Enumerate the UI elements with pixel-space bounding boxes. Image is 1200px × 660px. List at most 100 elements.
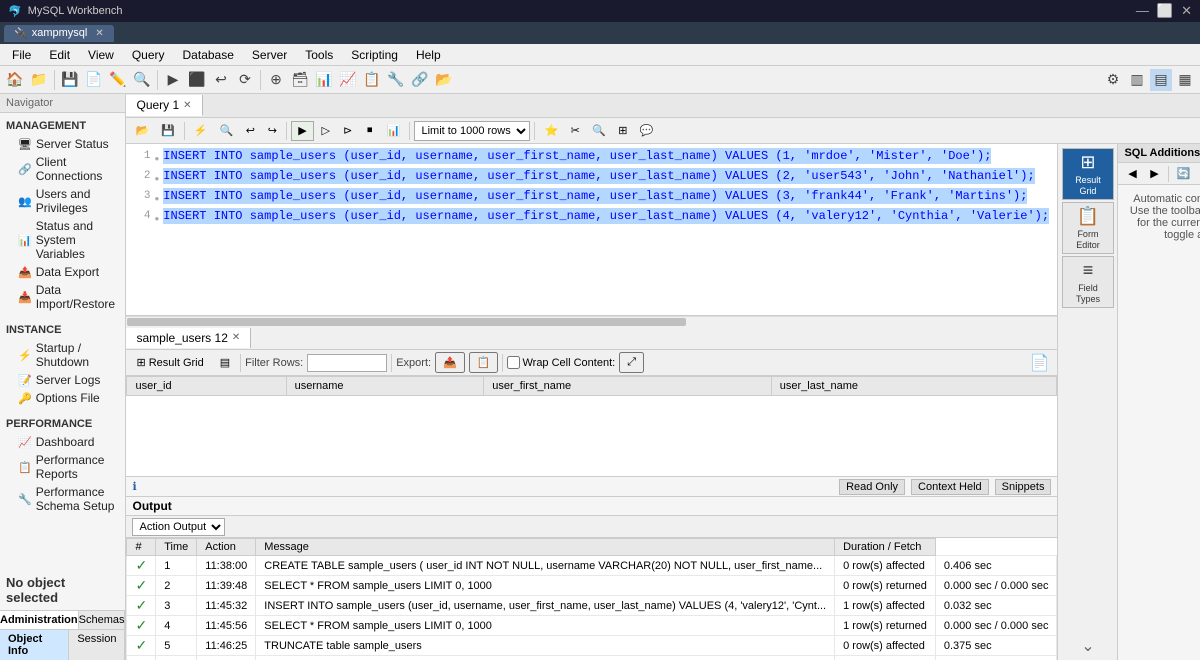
sql-undo-btn[interactable]: ↩ xyxy=(240,121,260,141)
toolbar-btn12[interactable]: 🗃 xyxy=(289,69,311,91)
toolbar-btn9[interactable]: ↩ xyxy=(210,69,232,91)
side-btn-form-editor[interactable]: 📋 FormEditor xyxy=(1062,202,1114,254)
limit-select[interactable]: Limit to 1000 rows xyxy=(414,121,530,141)
result-form-btn[interactable]: ▤ xyxy=(214,354,236,371)
toolbar-layout3[interactable]: ▦ xyxy=(1174,69,1196,91)
menu-query[interactable]: Query xyxy=(124,46,173,64)
connection-close[interactable]: ✕ xyxy=(95,28,103,39)
sql-explain-btn[interactable]: 📊 xyxy=(382,121,406,141)
sql-redo-btn[interactable]: ↪ xyxy=(262,121,282,141)
export-btn2[interactable]: 📋 xyxy=(469,352,499,373)
sql-comment-btn[interactable]: 💬 xyxy=(635,121,659,141)
menu-view[interactable]: View xyxy=(80,46,122,64)
toolbar-layout2[interactable]: ▤ xyxy=(1150,69,1172,91)
data-export-icon: 📤 xyxy=(18,266,32,279)
output-table: # Time Action Message Duration / Fetch ✓… xyxy=(126,538,1057,660)
toolbar-btn15[interactable]: 📋 xyxy=(361,69,383,91)
toolbar-btn5[interactable]: ✏️ xyxy=(107,69,129,91)
minimize-btn[interactable]: — xyxy=(1136,3,1149,19)
query-tab-1[interactable]: Query 1 ✕ xyxy=(126,95,202,116)
toolbar-new-connection[interactable]: 🏠 xyxy=(4,69,26,91)
sidebar-item-options-file[interactable]: 🔑 Options File xyxy=(0,389,125,407)
tab-object-info[interactable]: Object Info xyxy=(0,630,69,660)
export-btn[interactable]: 📤 xyxy=(435,352,465,373)
snippets-badge[interactable]: Snippets xyxy=(995,479,1052,495)
editor-scrollbar[interactable] xyxy=(126,316,1057,326)
sql-add-back-btn[interactable]: ◀ xyxy=(1122,164,1142,184)
result-tab-sample-users[interactable]: sample_users 12 ✕ xyxy=(126,328,251,348)
toolbar-btn11[interactable]: ⊕ xyxy=(265,69,287,91)
toolbar-layout1[interactable]: ▥ xyxy=(1126,69,1148,91)
menu-tools[interactable]: Tools xyxy=(297,46,341,64)
sidebar-item-perf-reports[interactable]: 📋 Performance Reports xyxy=(0,451,125,483)
sql-execute-sel-btn[interactable]: ▷ xyxy=(316,121,336,141)
side-btn-field-types[interactable]: ≡ FieldTypes xyxy=(1062,256,1114,308)
sidebar-item-users[interactable]: 👥 Users and Privileges xyxy=(0,185,125,217)
maximize-btn[interactable]: ⬜ xyxy=(1157,3,1173,19)
context-held-badge[interactable]: Context Held xyxy=(911,479,989,495)
sidebar-item-dashboard[interactable]: 📈 Dashboard xyxy=(0,433,125,451)
read-only-badge[interactable]: Read Only xyxy=(839,479,905,495)
toolbar-btn4[interactable]: 📄 xyxy=(83,69,105,91)
menu-server[interactable]: Server xyxy=(244,46,295,64)
sidebar-item-client-connections[interactable]: 🔗 Client Connections xyxy=(0,153,125,185)
menu-file[interactable]: File xyxy=(4,46,39,64)
sql-open-btn[interactable]: 📂 xyxy=(130,121,154,141)
toolbar-settings[interactable]: ⚙ xyxy=(1102,69,1124,91)
menu-edit[interactable]: Edit xyxy=(41,46,78,64)
toolbar-btn13[interactable]: 📊 xyxy=(313,69,335,91)
side-scroll-down[interactable]: ⌄ xyxy=(1077,632,1098,660)
toolbar-btn18[interactable]: 📂 xyxy=(433,69,455,91)
sql-snip-btn[interactable]: ✂ xyxy=(565,121,585,141)
result-tab-close[interactable]: ✕ xyxy=(232,332,240,343)
tab-administration[interactable]: Administration xyxy=(0,611,79,629)
sidebar-item-data-import[interactable]: 📥 Data Import/Restore xyxy=(0,281,125,313)
wrap-cell-label[interactable]: Wrap Cell Content: xyxy=(507,356,615,369)
toolbar-btn7[interactable]: ▶ xyxy=(162,69,184,91)
result-grid-btn[interactable]: ⊞ Result Grid xyxy=(130,354,209,371)
toolbar-btn17[interactable]: 🔗 xyxy=(409,69,431,91)
sql-run-btn[interactable]: ⚡ xyxy=(189,121,213,141)
sql-search-btn[interactable]: 🔍 xyxy=(215,121,239,141)
window-controls[interactable]: — ⬜ ✕ xyxy=(1136,3,1192,19)
sidebar-item-status-vars[interactable]: 📊 Status and System Variables xyxy=(0,217,125,263)
sql-add-refresh-btn[interactable]: 🔄 xyxy=(1173,164,1194,184)
sidebar-item-server-logs[interactable]: 📝 Server Logs xyxy=(0,371,125,389)
toolbar-btn14[interactable]: 📈 xyxy=(337,69,359,91)
result-page-icon[interactable]: 📄 xyxy=(1026,351,1054,375)
sql-find-btn[interactable]: 🔍 xyxy=(587,121,611,141)
options-file-icon: 🔑 xyxy=(18,392,32,405)
sql-format-btn[interactable]: ⊞ xyxy=(613,121,633,141)
sidebar-item-server-status[interactable]: 🖥 Server Status xyxy=(0,135,125,153)
menu-database[interactable]: Database xyxy=(175,46,242,64)
sql-add-fwd-btn[interactable]: ▶ xyxy=(1144,164,1164,184)
menu-scripting[interactable]: Scripting xyxy=(343,46,406,64)
sql-bookmark-btn[interactable]: ⭐ xyxy=(539,121,563,141)
sidebar-item-startup[interactable]: ⚡ Startup / Shutdown xyxy=(0,339,125,371)
toolbar-btn2[interactable]: 📁 xyxy=(28,69,50,91)
sql-execute-btn[interactable]: ▶ xyxy=(291,121,313,141)
toolbar-btn8[interactable]: ⬛ xyxy=(186,69,208,91)
tab-session[interactable]: Session xyxy=(69,630,125,660)
sidebar-item-perf-schema[interactable]: 🔧 Performance Schema Setup xyxy=(0,483,125,515)
filter-rows-input[interactable] xyxy=(307,354,387,372)
sql-editor[interactable]: 1 ● INSERT INTO sample_users (user_id, u… xyxy=(126,144,1057,316)
connection-tab[interactable]: 🔌 xampmysql ✕ xyxy=(4,25,114,42)
action-output-select[interactable]: Action Output xyxy=(132,518,225,536)
tab-schemas[interactable]: Schemas xyxy=(79,611,126,629)
sql-save-btn[interactable]: 💾 xyxy=(156,121,180,141)
query-tab-close[interactable]: ✕ xyxy=(183,100,191,111)
sql-execute-line-btn[interactable]: ⊳ xyxy=(338,121,358,141)
menu-help[interactable]: Help xyxy=(408,46,449,64)
sql-stop-btn[interactable]: ⏹ xyxy=(360,121,380,141)
toolbar-btn6[interactable]: 🔍 xyxy=(131,69,153,91)
toolbar-btn10[interactable]: ⟳ xyxy=(234,69,256,91)
sql-add-stop-btn[interactable]: ⏹ xyxy=(1196,164,1200,184)
toolbar-btn16[interactable]: 🔧 xyxy=(385,69,407,91)
close-btn[interactable]: ✕ xyxy=(1181,3,1192,19)
toolbar-btn3[interactable]: 💾 xyxy=(59,69,81,91)
side-btn-result-grid[interactable]: ⊞ ResultGrid xyxy=(1062,148,1114,200)
wrap-cell-checkbox[interactable] xyxy=(507,356,520,369)
wrap-expand-btn[interactable]: ⤢ xyxy=(619,352,644,373)
sidebar-item-data-export[interactable]: 📤 Data Export xyxy=(0,263,125,281)
